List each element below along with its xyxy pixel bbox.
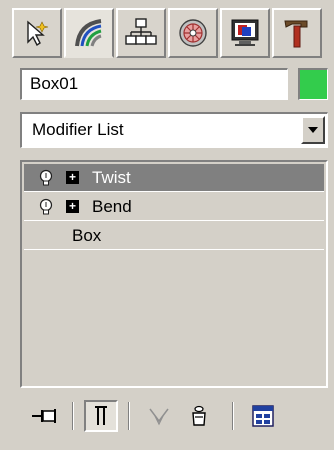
- hierarchy-icon: [125, 18, 157, 45]
- display-monitor-icon: [231, 19, 259, 46]
- modifier-stack-toolbar: [28, 396, 328, 436]
- make-unique-button[interactable]: [142, 400, 176, 432]
- expand-plus-icon[interactable]: +: [66, 171, 79, 184]
- command-panel-tabs: [12, 8, 324, 58]
- modifier-list-dropdown[interactable]: Modifier List: [20, 112, 328, 148]
- chevron-down-icon: [308, 127, 318, 133]
- make-unique-icon: [149, 408, 169, 426]
- dropdown-arrow-button[interactable]: [301, 116, 325, 144]
- hammer-icon: [284, 20, 308, 48]
- tab-display[interactable]: [220, 8, 270, 58]
- lightbulb-icon[interactable]: [38, 169, 54, 187]
- tab-motion[interactable]: [168, 8, 218, 58]
- configure-modifier-sets-button[interactable]: [246, 400, 280, 432]
- modify-rainbow-icon: [75, 19, 102, 47]
- remove-modifier-icon: [192, 405, 206, 426]
- motion-wheel-icon: [179, 19, 207, 47]
- expand-plus-icon[interactable]: +: [66, 200, 79, 213]
- toolbar-separator: [72, 402, 74, 430]
- object-color-swatch[interactable]: [298, 68, 328, 100]
- stack-item-label: Twist: [92, 168, 131, 187]
- show-end-result-icon: [95, 406, 107, 425]
- command-panel: Box01 Modifier List + Twist + Bend Box: [0, 0, 334, 450]
- modifier-list-label: Modifier List: [32, 120, 124, 139]
- tab-utilities[interactable]: [272, 8, 322, 58]
- toolbar-separator: [128, 402, 130, 430]
- stack-item-bend[interactable]: + Bend: [24, 193, 324, 221]
- toolbar-separator: [232, 402, 234, 430]
- stack-item-label: Box: [72, 226, 102, 245]
- pin-icon: [32, 409, 56, 423]
- tab-hierarchy[interactable]: [116, 8, 166, 58]
- stack-item-label: Bend: [92, 197, 132, 216]
- lightbulb-icon[interactable]: [38, 198, 54, 216]
- pin-stack-button[interactable]: [28, 400, 62, 432]
- remove-modifier-button[interactable]: [182, 400, 216, 432]
- stack-item-box[interactable]: Box: [24, 222, 324, 250]
- show-end-result-button[interactable]: [84, 400, 118, 432]
- modifier-stack[interactable]: + Twist + Bend Box: [20, 160, 328, 388]
- object-name-field[interactable]: Box01: [20, 68, 288, 100]
- configure-sets-icon: [252, 405, 274, 427]
- cursor-sparkle-icon: [27, 20, 49, 47]
- tab-modify[interactable]: [64, 8, 114, 58]
- stack-item-twist[interactable]: + Twist: [24, 164, 324, 192]
- tab-create[interactable]: [12, 8, 62, 58]
- modifier-stack-list: + Twist + Bend Box: [24, 164, 324, 384]
